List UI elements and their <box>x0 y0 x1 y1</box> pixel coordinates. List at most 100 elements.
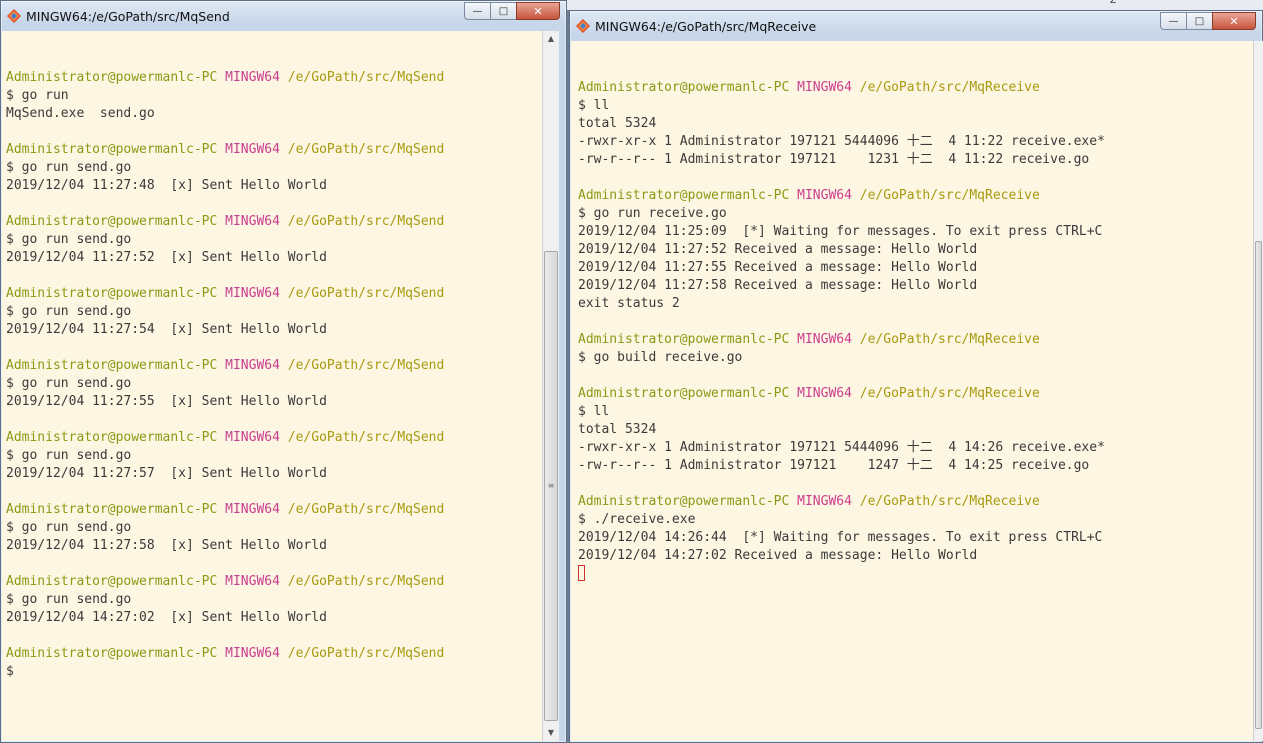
terminal-line: $ ll <box>578 403 1105 421</box>
terminal-line: 2019/12/04 11:27:58 Received a message: … <box>578 277 1105 295</box>
terminal-text: MINGW64 <box>225 286 280 301</box>
terminal-line: 2019/12/04 11:27:52 Received a message: … <box>578 241 1105 259</box>
terminal-text: $ go run send.go <box>6 232 132 247</box>
terminal-text: $ go run send.go <box>6 160 132 175</box>
terminal-text: Administrator@powermanlc-PC <box>6 430 218 445</box>
terminal-text: /e/GoPath/src/MqSend <box>287 502 445 517</box>
terminal-text: Administrator@powermanlc-PC <box>6 70 218 85</box>
terminal-line: Administrator@powermanlc-PC MINGW64 /e/G… <box>6 213 444 231</box>
terminal-line: $ go run send.go <box>6 375 444 393</box>
git-bash-diamond-icon <box>576 19 590 33</box>
terminal-text: MINGW64 <box>797 188 852 203</box>
receive-close-button[interactable]: ✕ <box>1212 12 1256 30</box>
send-window-title: MINGW64:/e/GoPath/src/MqSend <box>26 9 230 24</box>
send-titlebar[interactable]: MINGW64:/e/GoPath/src/MqSend — □ ✕ <box>1 1 566 31</box>
terminal-line: 2019/12/04 11:27:55 [x] Sent Hello World <box>6 393 444 411</box>
terminal-line: Administrator@powermanlc-PC MINGW64 /e/G… <box>6 357 444 375</box>
terminal-line: Administrator@powermanlc-PC MINGW64 /e/G… <box>6 501 444 519</box>
terminal-line: 2019/12/04 11:25:09 [*] Waiting for mess… <box>578 223 1105 241</box>
terminal-line: total 5324 <box>578 421 1105 439</box>
receive-maximize-button[interactable]: □ <box>1186 12 1213 30</box>
receive-window-title: MINGW64:/e/GoPath/src/MqReceive <box>595 19 817 34</box>
receive-minimize-button[interactable]: — <box>1160 12 1187 30</box>
terminal-text: -rw-r--r-- 1 Administrator 197121 1247 十… <box>578 458 1090 473</box>
terminal-line: $ go run <box>6 87 444 105</box>
terminal-line: 2019/12/04 14:27:02 [x] Sent Hello World <box>6 609 444 627</box>
terminal-line: -rw-r--r-- 1 Administrator 197121 1231 十… <box>578 151 1105 169</box>
terminal-text: $ go run send.go <box>6 448 132 463</box>
desktop-strip: Z <box>566 0 1263 10</box>
terminal-text: MINGW64 <box>225 358 280 373</box>
git-bash-diamond-icon <box>7 9 21 23</box>
terminal-text: $ go run send.go <box>6 520 132 535</box>
terminal-text: $ go run receive.go <box>578 206 727 221</box>
terminal-text: 2019/12/04 11:27:55 Received a message: … <box>578 260 978 275</box>
send-scroll-thumb[interactable]: ≡ <box>544 251 558 721</box>
terminal-text: /e/GoPath/src/MqSend <box>287 70 445 85</box>
terminal-line: $ go run send.go <box>6 303 444 321</box>
terminal-text: MINGW64 <box>797 332 852 347</box>
terminal-text: /e/GoPath/src/MqSend <box>287 214 445 229</box>
terminal-text: Administrator@powermanlc-PC <box>578 386 790 401</box>
terminal-line: $ go run send.go <box>6 159 444 177</box>
terminal-line: $ go build receive.go <box>578 349 1105 367</box>
terminal-text: MINGW64 <box>225 430 280 445</box>
terminal-text: Administrator@powermanlc-PC <box>6 646 218 661</box>
send-terminal-output[interactable]: Administrator@powermanlc-PC MINGW64 /e/G… <box>2 31 542 741</box>
receive-terminal-lines: Administrator@powermanlc-PC MINGW64 /e/G… <box>578 61 1105 583</box>
terminal-text: 2019/12/04 11:27:57 [x] Sent Hello World <box>6 466 327 481</box>
terminal-text: /e/GoPath/src/MqSend <box>287 286 445 301</box>
terminal-line: total 5324 <box>578 115 1105 133</box>
scroll-down-arrow-icon[interactable]: ▼ <box>543 725 559 741</box>
receive-terminal-output[interactable]: Administrator@powermanlc-PC MINGW64 /e/G… <box>571 41 1253 741</box>
terminal-text: 2019/12/04 11:25:09 [*] Waiting for mess… <box>578 224 1103 239</box>
terminal-line: Administrator@powermanlc-PC MINGW64 /e/G… <box>578 79 1105 97</box>
terminal-line: Administrator@powermanlc-PC MINGW64 /e/G… <box>6 645 444 663</box>
receive-scroll-thumb[interactable] <box>1255 241 1262 729</box>
terminal-text: 2019/12/04 11:27:48 [x] Sent Hello World <box>6 178 327 193</box>
receive-terminal-window[interactable]: MINGW64:/e/GoPath/src/MqReceive — □ ✕ Ad… <box>569 10 1263 743</box>
terminal-line: $ go run receive.go <box>578 205 1105 223</box>
send-minimize-button[interactable]: — <box>464 2 491 20</box>
terminal-text: /e/GoPath/src/MqReceive <box>859 494 1040 509</box>
terminal-text: $ ./receive.exe <box>578 512 696 527</box>
terminal-text: MINGW64 <box>225 214 280 229</box>
send-maximize-button[interactable]: □ <box>490 2 517 20</box>
terminal-line: 2019/12/04 11:27:52 [x] Sent Hello World <box>6 249 444 267</box>
terminal-text: Administrator@powermanlc-PC <box>6 358 218 373</box>
receive-titlebar[interactable]: MINGW64:/e/GoPath/src/MqReceive — □ ✕ <box>570 11 1262 41</box>
receive-scrollbar[interactable] <box>1253 41 1263 741</box>
terminal-text: 2019/12/04 11:27:58 Received a message: … <box>578 278 978 293</box>
terminal-cursor <box>578 565 585 581</box>
terminal-line: Administrator@powermanlc-PC MINGW64 /e/G… <box>578 331 1105 349</box>
scroll-up-arrow-icon[interactable]: ▲ <box>543 31 559 47</box>
send-scrollbar[interactable]: ▲ ≡ ▼ <box>542 31 559 741</box>
terminal-text: total 5324 <box>578 422 657 437</box>
send-close-button[interactable]: ✕ <box>516 2 560 20</box>
terminal-line: $ ll <box>578 97 1105 115</box>
terminal-line: -rwxr-xr-x 1 Administrator 197121 544409… <box>578 133 1105 151</box>
send-terminal-window[interactable]: MINGW64:/e/GoPath/src/MqSend — □ ✕ Admin… <box>0 0 567 743</box>
terminal-line: 2019/12/04 14:26:44 [*] Waiting for mess… <box>578 529 1105 547</box>
terminal-text: $ ll <box>578 404 610 419</box>
